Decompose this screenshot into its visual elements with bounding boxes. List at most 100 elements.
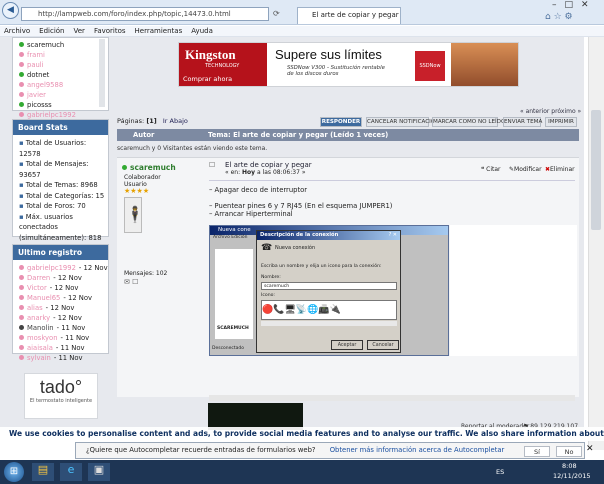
online-user[interactable]: dotnet <box>13 70 108 80</box>
autocomplete-yes-button[interactable]: Sí <box>524 446 550 457</box>
registry-user-name[interactable]: Manuel65 <box>27 294 60 302</box>
online-user[interactable]: pauli <box>13 60 108 70</box>
online-user-name[interactable]: frami <box>27 51 45 59</box>
post-date: « en: Hoy a las 08:06:37 » <box>225 169 306 176</box>
post-author-name[interactable]: scaremuch <box>130 163 176 172</box>
online-user-name[interactable]: angel9588 <box>27 81 63 89</box>
buy-now-label[interactable]: Comprar ahora <box>183 75 267 83</box>
minimize-icon[interactable]: – <box>552 0 557 10</box>
online-user-name[interactable]: javier <box>27 91 46 99</box>
registry-user-name[interactable]: gabrielpc1992 <box>27 264 76 272</box>
print-button[interactable]: IMPRIMIR <box>545 117 577 127</box>
start-button[interactable]: ⊞ <box>4 462 24 482</box>
stat-text: Total de Mensajes: <box>25 160 89 168</box>
post-hscrollbar[interactable] <box>209 395 575 401</box>
go-down-link[interactable]: Ir Abajo <box>163 117 188 125</box>
user-status-icon <box>19 275 24 280</box>
quote-button[interactable]: ❝ Citar <box>481 166 501 173</box>
post-divider <box>209 180 575 181</box>
user-status-icon <box>19 265 24 270</box>
user-status-icon <box>19 102 24 107</box>
registry-user-name[interactable]: aiaisala <box>27 344 53 352</box>
autocomplete-question: ¿Quiere que Autocompletar recuerde entra… <box>86 446 316 454</box>
online-user-name[interactable]: scaremuch <box>27 41 64 49</box>
tado-ad[interactable]: tado° El termostato inteligente <box>24 373 98 419</box>
registry-user-name[interactable]: alias <box>27 304 43 312</box>
menu-archivo[interactable]: Archivo <box>4 27 30 35</box>
online-user[interactable]: picosss <box>13 100 108 110</box>
online-user-name[interactable]: dotnet <box>27 71 49 79</box>
online-user[interactable]: frami <box>13 50 108 60</box>
dialog-help-close-icons[interactable]: ? ✕ <box>389 232 397 238</box>
modify-button[interactable]: ✎Modificar <box>509 166 542 173</box>
language-indicator[interactable]: ES <box>496 468 504 476</box>
icon-picker[interactable]: 🔴📞🖥📡🌐📠🔌 <box>261 300 397 320</box>
taskbar-time[interactable]: 8:08 <box>562 462 577 470</box>
stat-line: conectados <box>19 222 105 233</box>
menu-favoritos[interactable]: Favoritos <box>94 27 126 35</box>
maximize-icon[interactable]: □ <box>565 0 574 10</box>
browser-tab[interactable]: El arte de copiar y pegar <box>297 7 401 24</box>
back-button[interactable]: ◀ <box>2 2 19 19</box>
registry-user-name[interactable]: Victor <box>27 284 47 292</box>
online-user-name[interactable]: pauli <box>27 61 44 69</box>
online-user-name[interactable]: gabrielpc1992 <box>27 111 76 119</box>
dialog-title: Descripción de la conexión <box>257 231 400 240</box>
home-star-gear-icons[interactable]: ⌂ ☆ ⚙ <box>545 12 573 22</box>
registry-user-name[interactable]: Manolin <box>27 324 54 332</box>
delete-label: Eliminar <box>550 166 575 173</box>
refresh-icon[interactable]: ⟳ <box>273 9 280 18</box>
avatar[interactable]: 🕴 <box>124 197 145 233</box>
cancel-button[interactable]: Cancelar <box>367 340 399 350</box>
stat-icon: ▪ <box>19 181 26 189</box>
send-topic-button[interactable]: ENVIAR TEMA <box>503 117 542 127</box>
accept-button[interactable]: Aceptar <box>331 340 363 350</box>
registry-user-name[interactable]: anarky <box>27 314 50 322</box>
app-taskbar-icon[interactable]: ▣ <box>88 463 110 481</box>
registry-date: - 12 Nov <box>53 314 82 322</box>
registry-user-name[interactable]: Darren <box>27 274 50 282</box>
user-status-icon <box>19 335 24 340</box>
name-field[interactable]: scaremuch <box>261 282 397 290</box>
post-rank: Colaborador <box>124 174 161 181</box>
prev-next-links[interactable]: « anterior próximo » <box>520 108 581 115</box>
post-author[interactable]: scaremuch <box>122 163 176 172</box>
post-title[interactable]: El arte de copiar y pegar <box>225 161 312 169</box>
mark-unread-button[interactable]: MARCAR COMO NO LEÍDOS <box>432 117 509 127</box>
page-scrollbar[interactable] <box>588 37 604 450</box>
topic-header: Autor Tema: El arte de copiar y pegar (L… <box>117 129 579 141</box>
online-user[interactable]: angel9588 <box>13 80 108 90</box>
explorer-taskbar-icon[interactable]: ▤ <box>32 463 54 481</box>
menu-edicion[interactable]: Edición <box>39 27 64 35</box>
registry-item: Victor - 12 Nov <box>13 283 108 293</box>
autocomplete-close-icon[interactable]: ✕ <box>586 444 594 454</box>
taskbar-date[interactable]: 12/11/2015 <box>553 472 590 480</box>
page-scrollbar-thumb[interactable] <box>591 110 601 230</box>
menu-ver[interactable]: Ver <box>74 27 85 35</box>
taskbar: ⊞ ▤ e ▣ ES 8:08 12/11/2015 <box>0 460 604 484</box>
online-user[interactable]: javier <box>13 90 108 100</box>
close-icon[interactable]: ✕ <box>581 0 589 10</box>
online-user[interactable]: scaremuch <box>13 40 108 50</box>
menu-ayuda[interactable]: Ayuda <box>191 27 213 35</box>
profile-icons[interactable]: ✉ ☐ <box>124 278 138 286</box>
online-scrollbar[interactable] <box>99 39 105 107</box>
autocomplete-no-button[interactable]: No <box>556 446 582 457</box>
delete-button[interactable]: ✖Eliminar <box>545 166 575 173</box>
kingston-ad[interactable]: Kingston TECHNOLOGY Comprar ahora Supere… <box>178 42 519 87</box>
address-bar[interactable]: http://lampweb.com/foro/index.php/topic,… <box>21 7 269 21</box>
stat-text: (simultáneamente): 818 <box>19 233 102 242</box>
menu-herramientas[interactable]: Herramientas <box>135 27 183 35</box>
online-user-name[interactable]: picosss <box>27 101 52 109</box>
registry-user-name[interactable]: moskyon <box>27 334 58 342</box>
autocomplete-info-link[interactable]: Obtener más información acerca de Autoco… <box>330 446 505 454</box>
icon-picker-scrollbar[interactable] <box>261 321 397 326</box>
registry-user-name[interactable]: sylvain <box>27 354 51 362</box>
stat-icon: ▪ <box>19 160 26 168</box>
user-status-icon <box>19 355 24 360</box>
cancel-notification-button[interactable]: CANCELAR NOTIFICACIÓN <box>366 117 439 127</box>
stat-text: 93657 <box>19 170 41 179</box>
reply-button[interactable]: RESPONDER <box>320 117 362 127</box>
current-page[interactable]: [1] <box>146 117 156 125</box>
ie-taskbar-icon[interactable]: e <box>60 463 82 481</box>
